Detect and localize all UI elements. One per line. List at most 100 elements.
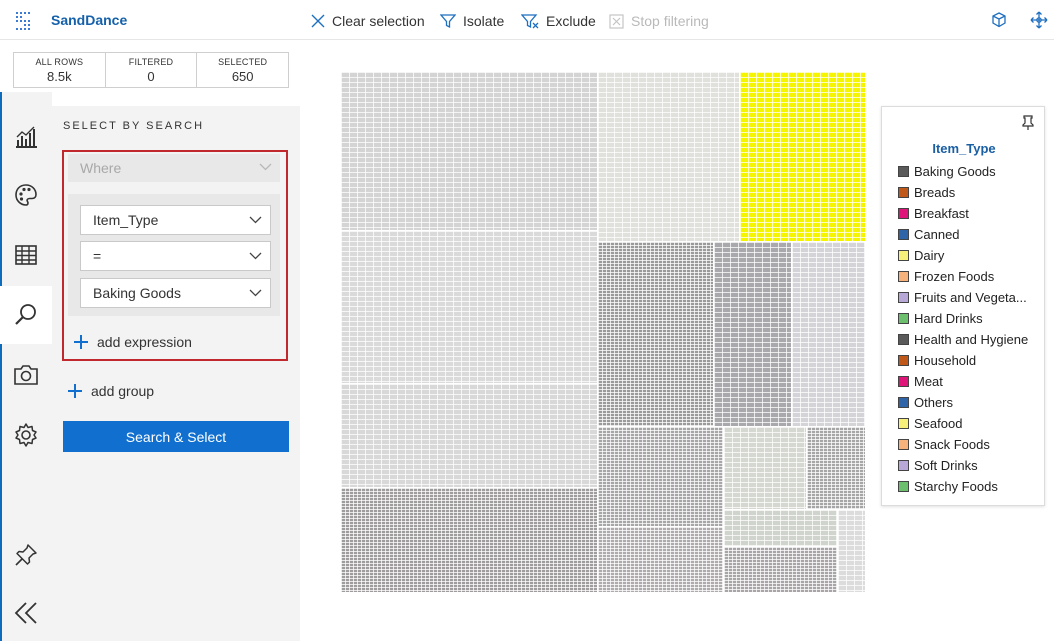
value-select[interactable]: Baking Goods [80, 278, 271, 308]
legend-swatch [898, 187, 909, 198]
legend-item[interactable]: Others [898, 392, 1028, 413]
stat-all-rows: ALL ROWS 8.5k [14, 53, 106, 87]
search-select-button[interactable]: Search & Select [63, 421, 289, 452]
field-value: Item_Type [93, 212, 159, 228]
legend-label: Fruits and Vegeta... [914, 290, 1027, 305]
stat-value: 8.5k [47, 69, 72, 84]
sidebar-item-collapse[interactable] [0, 584, 52, 642]
legend-item[interactable]: Seafood [898, 413, 1028, 434]
legend-item[interactable]: Hard Drinks [898, 308, 1028, 329]
treemap-block[interactable] [598, 72, 740, 242]
row-stats: ALL ROWS 8.5k FILTERED 0 SELECTED 650 [13, 52, 289, 88]
treemap-block[interactable] [598, 527, 724, 593]
sidebar-item-table[interactable] [0, 226, 52, 284]
search-icon [15, 304, 36, 325]
pin-icon[interactable] [1022, 115, 1034, 131]
clear-selection-button[interactable]: Clear selection [311, 11, 425, 31]
legend-swatch [898, 355, 909, 366]
stat-value: 0 [147, 69, 155, 84]
legend-item[interactable]: Baking Goods [898, 161, 1028, 182]
legend-label: Others [914, 395, 954, 410]
legend-swatch [898, 418, 909, 429]
clear-selection-label: Clear selection [332, 13, 425, 29]
treemap-block[interactable] [724, 427, 807, 510]
legend-item[interactable]: Dairy [898, 245, 1028, 266]
stop-filtering-label: Stop filtering [631, 13, 709, 29]
where-select[interactable]: Where [68, 154, 280, 182]
treemap-block[interactable] [598, 427, 724, 527]
treemap-block-selected[interactable] [740, 72, 866, 242]
treemap-block[interactable] [807, 427, 866, 510]
sidebar-item-snapshot[interactable] [0, 346, 52, 404]
stop-filtering-button[interactable]: Stop filtering [609, 11, 709, 31]
legend-swatch [898, 166, 909, 177]
table-icon [15, 245, 37, 265]
legend-item[interactable]: Frozen Foods [898, 266, 1028, 287]
stat-label: SELECTED [218, 57, 268, 67]
treemap-block[interactable] [341, 384, 598, 488]
compare-value: Baking Goods [93, 285, 181, 301]
add-expression-button[interactable]: add expression [73, 334, 192, 350]
treemap-block[interactable] [724, 547, 838, 593]
add-group-label: add group [91, 383, 155, 399]
legend-item[interactable]: Soft Drinks [898, 455, 1028, 476]
legend-item[interactable]: Health and Hygiene [898, 329, 1028, 350]
move-icon[interactable] [1030, 11, 1048, 29]
app-title: SandDance [51, 12, 128, 28]
treemap-block[interactable] [341, 488, 598, 593]
legend-item[interactable]: Starchy Foods [898, 476, 1028, 497]
operator-value: = [93, 248, 102, 264]
exclude-label: Exclude [546, 13, 596, 29]
treemap-block[interactable] [341, 72, 598, 231]
treemap-block[interactable] [838, 510, 866, 593]
sidebar-item-search[interactable] [0, 286, 52, 344]
sidebar-item-color[interactable] [0, 166, 52, 224]
treemap-block[interactable] [341, 231, 598, 384]
legend-item[interactable]: Breakfast [898, 203, 1028, 224]
legend-item[interactable]: Fruits and Vegeta... [898, 287, 1028, 308]
chevron-down-icon [249, 216, 262, 224]
treemap-block[interactable] [714, 242, 792, 427]
legend-item[interactable]: Snack Foods [898, 434, 1028, 455]
legend-swatch [898, 397, 909, 408]
sanddance-logo-icon [16, 12, 30, 30]
exclude-button[interactable]: Exclude [521, 11, 596, 31]
legend-item[interactable]: Meat [898, 371, 1028, 392]
legend-swatch [898, 481, 909, 492]
field-select[interactable]: Item_Type [80, 205, 271, 235]
stat-filtered: FILTERED 0 [106, 53, 198, 87]
chevron-down-icon [249, 289, 262, 297]
legend-swatch [898, 376, 909, 387]
legend-item[interactable]: Household [898, 350, 1028, 371]
legend-swatch [898, 208, 909, 219]
add-expression-label: add expression [97, 334, 192, 350]
treemap-block[interactable] [598, 242, 714, 427]
pin-icon [15, 544, 37, 566]
cube-icon[interactable] [990, 11, 1008, 29]
legend-item[interactable]: Canned [898, 224, 1028, 245]
plus-icon [74, 335, 88, 349]
legend-list: Baking Goods Breads Breakfast Canned Dai… [898, 161, 1028, 497]
camera-icon [14, 365, 38, 385]
legend-swatch [898, 460, 909, 471]
isolate-button[interactable]: Isolate [440, 11, 504, 31]
legend-swatch [898, 250, 909, 261]
treemap-block[interactable] [792, 242, 866, 427]
stat-label: FILTERED [128, 57, 174, 67]
operator-select[interactable]: = [80, 241, 271, 271]
treemap-chart[interactable] [341, 72, 866, 593]
add-group-button[interactable]: add group [67, 383, 154, 399]
sidebar-item-settings[interactable] [0, 406, 52, 464]
legend-label: Seafood [914, 416, 963, 431]
legend-swatch [898, 439, 909, 450]
stop-filter-icon [609, 13, 624, 29]
treemap-block[interactable] [724, 510, 838, 547]
sidebar-item-pin[interactable] [0, 526, 52, 584]
legend-label: Frozen Foods [914, 269, 995, 284]
stat-label: ALL ROWS [35, 57, 84, 67]
sidebar-item-chart[interactable] [0, 108, 52, 166]
legend-item[interactable]: Breads [898, 182, 1028, 203]
legend-swatch [898, 292, 909, 303]
filter-exclude-icon [521, 14, 539, 29]
legend-label: Dairy [914, 248, 945, 263]
